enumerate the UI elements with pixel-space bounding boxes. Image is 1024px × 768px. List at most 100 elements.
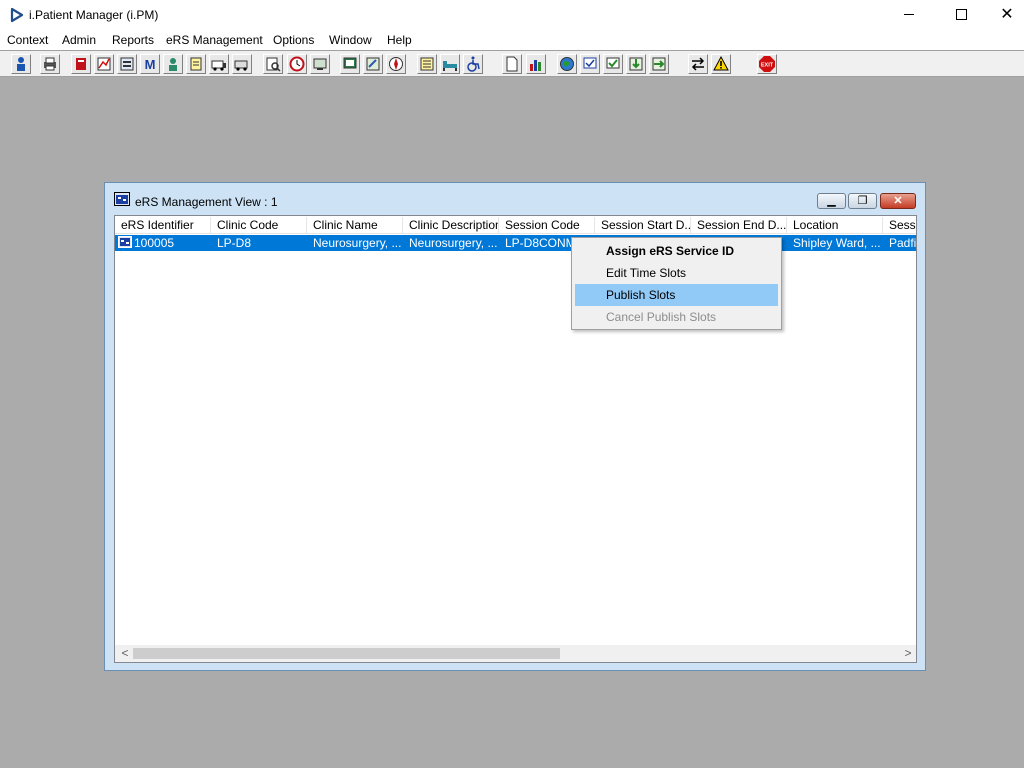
close-icon: ✕ [1000,6,1014,23]
exit-icon: EXIT [759,56,775,72]
check-list-button[interactable] [580,54,600,74]
menu-options[interactable]: Options [273,33,314,47]
check-list-icon [583,57,597,69]
ambulance-icon [211,60,226,71]
ers-list-view[interactable]: eRS Identifier Clinic Code Clinic Name C… [114,215,917,663]
minimize-icon [904,14,914,16]
child-restore-button[interactable]: ❐ [848,193,877,209]
scroll-left-icon[interactable]: < [118,645,132,662]
approve-button[interactable] [603,54,623,74]
import-button[interactable] [626,54,646,74]
context-menu: Assign eRS Service ID Edit Time Slots Pu… [571,237,782,330]
col-session-start-date[interactable]: Session Start D... [595,217,691,234]
edit-icon [366,57,380,71]
edit-button[interactable] [363,54,383,74]
approve-icon [606,57,620,69]
child-window-title: eRS Management View : 1 [135,195,278,209]
menu-item-assign-ers-service-id[interactable]: Assign eRS Service ID [575,240,778,262]
menu-window[interactable]: Window [329,33,372,47]
warning-button[interactable] [711,54,731,74]
clock-button[interactable] [287,54,307,74]
child-titlebar[interactable]: eRS Management View : 1 ▁ ❐ ✕ [105,183,925,215]
close-button[interactable]: ✕ [984,0,1024,30]
app-title: i.Patient Manager (i.PM) [29,8,159,22]
bar-chart-button[interactable] [526,54,546,74]
col-ers-identifier[interactable]: eRS Identifier [115,217,211,234]
cell-clinic-name: Neurosurgery, ... [313,236,401,250]
scroll-thumb[interactable] [133,648,560,659]
form-button[interactable] [117,54,137,74]
print-button[interactable] [40,54,60,74]
globe-button[interactable] [557,54,577,74]
transfer-button[interactable] [688,54,708,74]
maximize-button[interactable] [938,0,984,30]
app-logo-icon [10,7,24,23]
search-doc-button[interactable] [263,54,283,74]
toolbar: M EXIT [0,50,1024,77]
book-icon [76,58,86,70]
exit-label: EXIT [761,63,774,69]
exit-button[interactable]: EXIT [757,54,777,74]
horizontal-scrollbar[interactable]: < > [115,645,916,662]
list-button[interactable] [417,54,437,74]
book-button[interactable] [71,54,91,74]
restore-icon: ❐ [857,195,868,207]
clock-icon [289,56,305,72]
cell-session: Padfi [889,236,917,250]
export-button[interactable] [649,54,669,74]
col-session[interactable]: Sessi [883,217,916,234]
menu-item-publish-slots[interactable]: Publish Slots [575,284,778,306]
bar-chart-icon [530,60,541,71]
scroll-right-icon[interactable]: > [901,645,915,662]
app-titlebar[interactable]: i.Patient Manager (i.PM) ✕ [0,0,1024,30]
col-session-end-date[interactable]: Session End D... [691,217,787,234]
warning-icon [713,55,729,71]
col-location[interactable]: Location [787,217,883,234]
chart-icon [97,57,111,71]
vehicle-button[interactable] [232,54,252,74]
doctor-button[interactable] [163,54,183,74]
minimize-button[interactable] [886,0,932,30]
menu-admin[interactable]: Admin [62,33,96,47]
form-icon [120,57,134,71]
document-button[interactable] [502,54,522,74]
menu-item-cancel-publish-slots: Cancel Publish Slots [606,310,717,324]
table-row[interactable]: 100005 LP-D8 Neurosurgery, ... Neurosurg… [115,235,917,251]
globe-icon [560,57,574,71]
child-close-button[interactable]: ✕ [880,193,916,209]
column-headers: eRS Identifier Clinic Code Clinic Name C… [115,217,916,234]
menu-context[interactable]: Context [7,33,48,47]
menu-help[interactable]: Help [387,33,412,47]
maximize-icon [955,9,967,21]
col-clinic-description[interactable]: Clinic Description [403,217,499,234]
doctor-icon [169,58,177,71]
list-icon [420,57,434,71]
wheelchair-button[interactable] [463,54,483,74]
import-icon [629,57,643,71]
col-clinic-name[interactable]: Clinic Name [307,217,403,234]
patient-button[interactable] [11,54,31,74]
menu-ers-management[interactable]: eRS Management [166,33,263,47]
patient-icon [17,57,25,71]
bed-icon [443,61,457,71]
notes-icon [190,57,202,71]
menu-reports[interactable]: Reports [112,33,154,47]
chart-button[interactable] [94,54,114,74]
bed-button[interactable] [440,54,460,74]
m-button[interactable]: M [140,54,160,74]
wheelchair-icon [467,56,480,72]
notes-button[interactable] [186,54,206,74]
child-minimize-button[interactable]: ▁ [817,193,846,209]
monitor-button[interactable] [310,54,330,74]
close-icon: ✕ [893,195,903,207]
ambulance-button[interactable] [209,54,229,74]
minimize-icon: ▁ [827,195,836,207]
compass-button[interactable] [386,54,406,74]
col-session-code[interactable]: Session Code [499,217,595,234]
screen-button[interactable] [340,54,360,74]
cell-location: Shipley Ward, ... [793,236,881,250]
screen-icon [343,57,357,69]
menu-item-edit-time-slots[interactable]: Edit Time Slots [575,262,778,284]
cell-clinic-description: Neurosurgery, ... [409,236,497,250]
col-clinic-code[interactable]: Clinic Code [211,217,307,234]
